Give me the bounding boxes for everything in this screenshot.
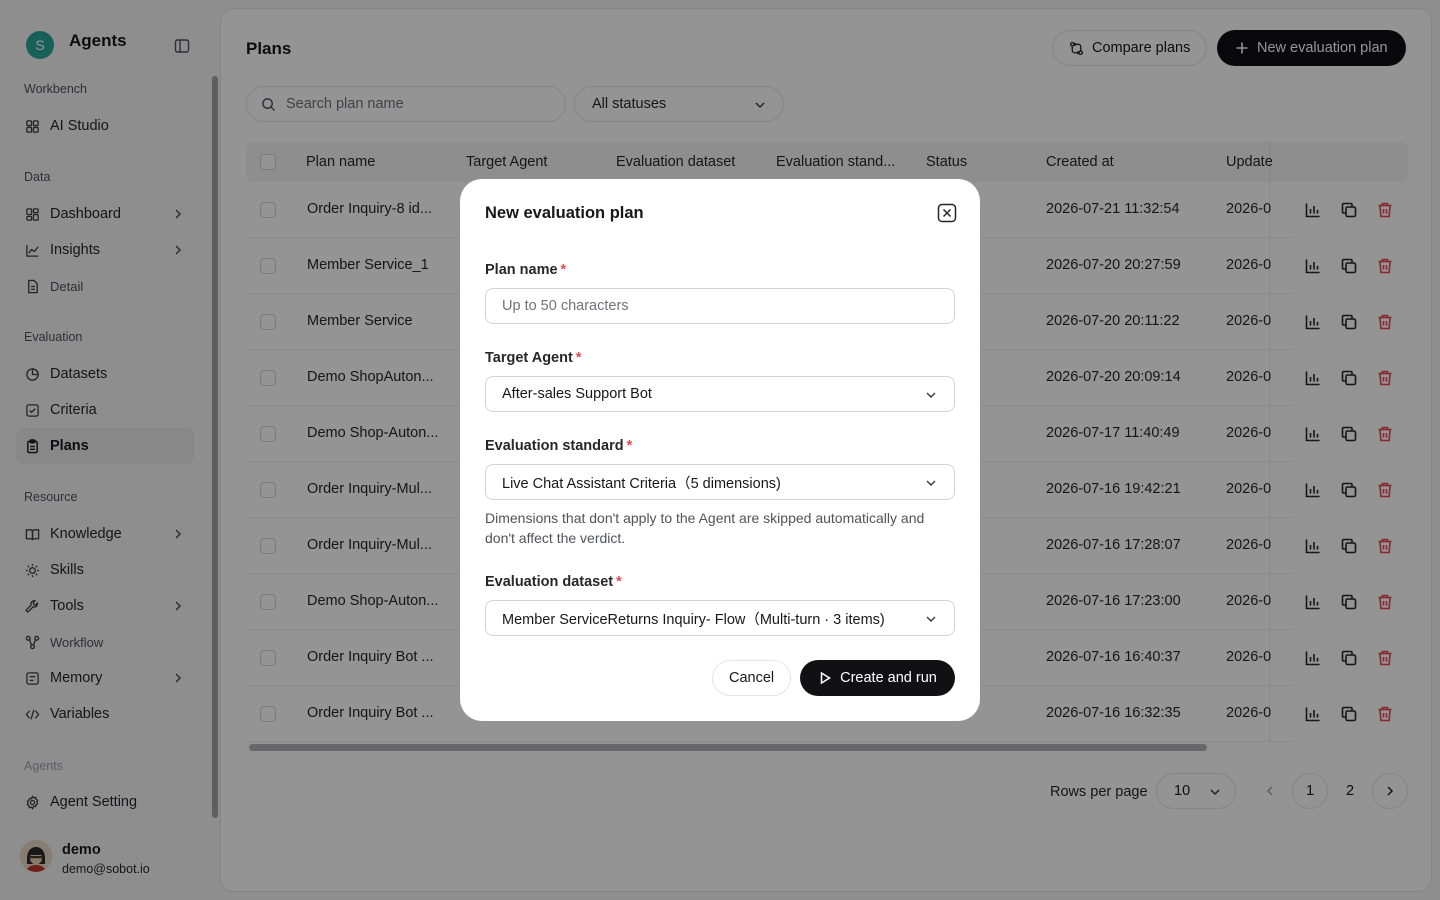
- new-evaluation-plan-dialog: New evaluation plan Plan name* Target Ag…: [460, 179, 980, 721]
- evaluation-dataset-label: Evaluation dataset *: [485, 574, 622, 590]
- close-icon[interactable]: [937, 203, 957, 223]
- target-agent-label: Target Agent *: [485, 350, 581, 366]
- evaluation-standard-value: Live Chat Assistant Criteria（5 dimension…: [502, 475, 781, 492]
- evaluation-dataset-label-text: Evaluation dataset: [485, 574, 614, 590]
- required-mark: *: [616, 574, 622, 590]
- required-mark: *: [560, 262, 567, 278]
- chevron-down-icon: [926, 480, 936, 487]
- evaluation-dataset-select[interactable]: Member ServiceReturns Inquiry- Flow（Mult…: [485, 600, 955, 636]
- target-agent-label-text: Target Agent: [485, 350, 573, 366]
- required-mark: *: [575, 350, 582, 366]
- create-and-run-label: Create and run: [840, 670, 937, 686]
- evaluation-standard-hint: Dimensions that don't apply to the Agent…: [485, 510, 925, 546]
- evaluation-dataset-value: Member ServiceReturns Inquiry- Flow（Mult…: [502, 611, 885, 628]
- plan-name-label-text: Plan name: [485, 262, 558, 278]
- play-icon: [820, 671, 832, 685]
- target-agent-value: After-sales Support Bot: [502, 386, 652, 402]
- required-mark: *: [626, 438, 633, 454]
- evaluation-standard-label: Evaluation standard *: [485, 438, 632, 454]
- create-and-run-button[interactable]: Create and run: [800, 660, 955, 696]
- plan-name-label: Plan name *: [485, 262, 566, 278]
- evaluation-standard-select[interactable]: Live Chat Assistant Criteria（5 dimension…: [485, 464, 955, 500]
- chevron-down-icon: [926, 616, 936, 623]
- plan-name-input[interactable]: [502, 298, 942, 314]
- dialog-title: New evaluation plan: [485, 204, 644, 222]
- plan-name-field[interactable]: [485, 288, 955, 324]
- chevron-down-icon: [926, 392, 936, 399]
- cancel-button[interactable]: Cancel: [712, 660, 792, 696]
- target-agent-select[interactable]: After-sales Support Bot: [485, 376, 955, 412]
- evaluation-standard-label-text: Evaluation standard: [485, 438, 624, 454]
